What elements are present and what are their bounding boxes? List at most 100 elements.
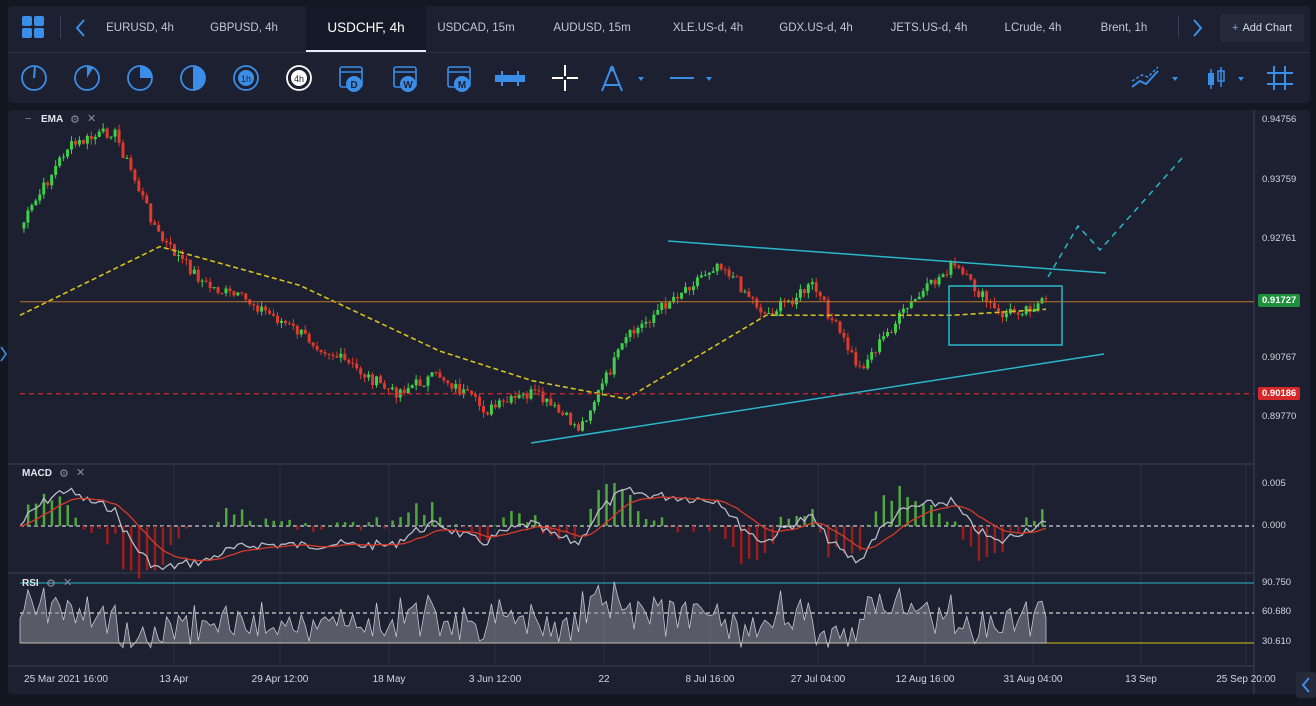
tab-audusd[interactable]: AUDUSD, 15m [552,6,632,52]
macd-histogram-bar [985,526,989,557]
calendar-week-label: W [403,80,413,91]
candle [410,385,414,389]
candle [363,374,367,378]
tab-xle[interactable]: XLE.US-d, 4h [668,6,748,52]
time-tick: 27 Jul 04:00 [790,674,846,685]
candle [858,365,862,367]
price-tick: 0.93759 [1262,174,1297,185]
macd-histogram-bar [747,526,751,559]
candle [501,400,505,402]
candle [684,287,688,293]
candle [941,274,945,278]
tab-eurusd[interactable]: EURUSD, 4h [100,6,180,52]
macd-histogram-bar [938,513,941,526]
candle [355,363,359,369]
chart-area[interactable]: − EMA ⚙ ✕ MACD ⚙ ✕ RSI ⚙ ✕ 0.94756 0.937… [8,110,1310,694]
macd-histogram-bar [209,524,212,526]
candle [224,288,228,294]
line-style-icon[interactable] [668,61,720,95]
candle [295,325,299,335]
candle [545,398,549,402]
collapse-icon[interactable]: − [25,113,31,125]
candle [965,274,969,276]
tab-usdchf[interactable]: USDCHF, 4h [306,6,426,52]
tab-jets[interactable]: JETS.US-d, 4h [886,6,972,52]
left-panel-toggle-icon[interactable] [0,344,8,369]
macd-histogram-bar [327,525,331,526]
tab-usdcad[interactable]: USDCAD, 15m [436,6,516,52]
grid-icon[interactable] [1264,61,1296,95]
right-panel-toggle-icon[interactable] [1296,672,1316,698]
time-tick: 8 Jul 16:00 [685,674,735,685]
calendar-month-icon[interactable]: M [444,61,476,95]
candle [26,210,30,223]
layout-grid-icon[interactable] [20,14,46,40]
time-tick: 25 Mar 2021 16:00 [24,674,108,685]
candle [993,302,997,309]
candle [949,261,953,275]
clock-5m-icon[interactable] [71,61,103,95]
candle-type-icon[interactable] [1204,61,1248,95]
macd-histogram-bar [1009,526,1012,531]
candle [577,424,581,431]
tab-lcrude[interactable]: LCrude, 4h [998,6,1068,52]
indicators-icon[interactable] [1130,61,1178,95]
macd-histogram-bar [613,483,616,526]
candle [192,269,196,274]
clock-15m-icon[interactable] [124,61,156,95]
tabs-prev-arrow-icon[interactable] [70,14,92,42]
candle [331,354,335,357]
clock-1m-icon[interactable] [18,61,50,95]
candle [814,282,818,292]
candle [394,387,398,398]
tabs-next-arrow-icon[interactable] [1186,14,1208,42]
settings-icon[interactable]: ⚙ [70,113,80,126]
candle [299,329,303,335]
tab-gdx[interactable]: GDX.US-d, 4h [776,6,856,52]
calendar-week-icon[interactable]: W [390,61,422,95]
settings-icon[interactable]: ⚙ [59,467,69,480]
candle [961,267,965,275]
candle [1044,298,1048,300]
macd-histogram-bar [684,525,688,526]
calendar-day-icon[interactable]: D [336,61,368,95]
candle [711,271,715,273]
bar-spacing-icon[interactable] [494,61,526,95]
price-chart-svg[interactable] [8,110,1310,694]
macd-histogram-bar [153,526,157,571]
close-icon[interactable]: ✕ [63,576,72,589]
candle [810,282,814,285]
candle [513,396,517,398]
candle [668,302,672,309]
tab-brent[interactable]: Brent, 1h [1092,6,1156,52]
draw-tool-icon[interactable] [598,61,646,95]
clock-4h-icon[interactable]: 4h [283,61,315,95]
price-tick: 0.92761 [1262,233,1297,244]
crosshair-icon[interactable] [549,61,581,95]
macd-histogram-bar [732,526,735,547]
candle [125,157,129,159]
divider [1178,16,1179,38]
candle [260,306,264,312]
macd-histogram-bar [280,521,283,526]
candle [632,330,636,334]
macd-histogram-bar [399,516,402,526]
macd-histogram-bar [945,521,949,526]
macd-histogram-bar [914,501,917,526]
clock-30m-icon[interactable] [177,61,209,95]
close-icon[interactable]: ✕ [87,112,96,125]
candle [161,231,165,241]
price-tick: 0.89770 [1262,411,1297,422]
candle [608,372,612,375]
candle [406,388,410,394]
clock-1h-icon[interactable]: 1h [230,61,262,95]
candle [505,401,509,403]
candle [228,288,232,292]
close-icon[interactable]: ✕ [76,466,85,479]
candle [489,404,493,415]
add-chart-button[interactable]: + Add Chart [1220,14,1304,42]
candle [747,291,751,298]
tab-gbpusd[interactable]: GBPUSD, 4h [204,6,284,52]
candle [485,412,489,415]
settings-icon[interactable]: ⚙ [46,577,56,590]
